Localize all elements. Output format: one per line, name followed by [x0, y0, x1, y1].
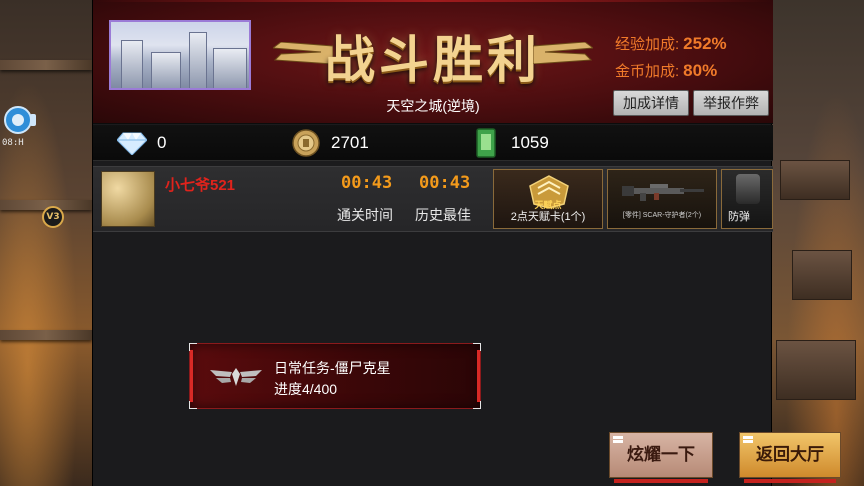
share-button[interactable]: 炫耀一下: [609, 432, 713, 483]
resource-bar: 0 2701 1059: [93, 125, 773, 161]
vip-badge: V3: [42, 206, 64, 228]
reward-armor[interactable]: 防弹: [721, 169, 773, 229]
gold-count: 2701: [331, 133, 369, 152]
background-scene-left: [0, 0, 92, 486]
result-header: 战斗胜利 天空之城(逆境) 经验加成: 252% 金币加成: 80% 加成详情 举报…: [93, 0, 773, 124]
armor-icon: [736, 174, 760, 204]
hud-side-text: 08:H: [2, 138, 24, 148]
exp-bonus: 经验加成: 252%: [615, 33, 775, 54]
battle-result-panel: 战斗胜利 天空之城(逆境) 经验加成: 252% 金币加成: 80% 加成详情 举报…: [92, 0, 841, 486]
reward-label: 2点天赋卡(1个): [510, 211, 586, 223]
diamond-resource: 0: [117, 129, 166, 157]
gold-bonus-value: 80%: [683, 61, 718, 80]
best-time-label: 历史最佳: [415, 207, 471, 223]
rifle-icon: [622, 184, 704, 201]
victory-title-area: 战斗胜利: [273, 16, 593, 89]
clear-time: 00:43: [341, 173, 393, 193]
player-result-row: 小七爷521 00:43 00:43 通关时间 历史最佳 天赋点 2点天赋卡(1…: [93, 166, 773, 232]
diamond-count: 0: [157, 133, 167, 152]
back-to-lobby-button[interactable]: 返回大厅: [739, 432, 841, 483]
gold-coin-icon: [291, 129, 321, 157]
map-thumbnail: [109, 20, 251, 90]
reward-label: [零件] SCAR-守护者(2个): [622, 212, 702, 219]
best-time: 00:43: [419, 173, 471, 193]
gold-bonus-label: 金币加成:: [615, 63, 680, 80]
clear-time-label: 通关时间: [337, 207, 393, 223]
record-indicator-tab: [30, 114, 36, 126]
reward-talent-card[interactable]: 天赋点 2点天赋卡(1个): [493, 169, 603, 229]
reward-label: 防弹: [728, 211, 750, 223]
green-card-icon: [471, 128, 501, 158]
player-name: 小七爷521: [165, 177, 236, 194]
right-wing-icon: [533, 42, 593, 64]
card-count: 1059: [511, 133, 549, 152]
mission-progress: 进度4/400: [274, 381, 338, 397]
eagle-wings-icon: [210, 368, 262, 386]
exp-bonus-label: 经验加成:: [615, 36, 680, 53]
daily-mission-box: 日常任务-僵尸克星 进度4/400: [189, 343, 481, 409]
gold-bonus: 金币加成: 80%: [615, 60, 775, 81]
record-indicator-icon[interactable]: [4, 106, 32, 134]
mission-title: 日常任务-僵尸克星: [274, 360, 391, 376]
exp-bonus-value: 252%: [683, 34, 727, 53]
card-resource: 1059: [471, 128, 549, 158]
bonus-detail-button[interactable]: 加成详情: [613, 90, 689, 116]
avatar: [101, 171, 155, 227]
reward-weapon-part[interactable]: [零件] SCAR-守护者(2个): [607, 169, 717, 229]
gold-resource: 2701: [291, 129, 369, 157]
diamond-icon: [117, 129, 147, 157]
report-cheat-button[interactable]: 举报作弊: [693, 90, 769, 116]
map-name: 天空之城(逆境): [386, 98, 480, 114]
background-scene-right: [772, 0, 864, 486]
